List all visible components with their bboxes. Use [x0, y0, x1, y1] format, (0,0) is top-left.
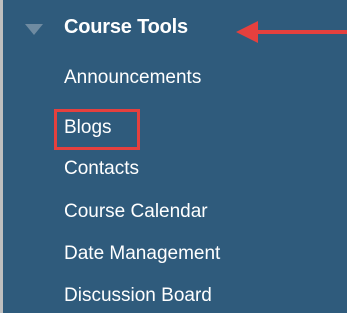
menu-item-blogs[interactable]: Blogs	[64, 117, 112, 139]
annotation-arrow	[236, 21, 347, 43]
menu-item-contacts[interactable]: Contacts	[64, 158, 139, 180]
menu-item-discussion-board[interactable]: Discussion Board	[64, 285, 212, 307]
section-title: Course Tools	[64, 16, 188, 38]
course-tools-panel: Course Tools Announcements Blogs Contact…	[0, 0, 347, 313]
menu-item-course-calendar[interactable]: Course Calendar	[64, 201, 208, 223]
menu-item-date-management[interactable]: Date Management	[64, 243, 220, 265]
caret-down-icon[interactable]	[25, 24, 43, 35]
menu-item-announcements[interactable]: Announcements	[64, 67, 201, 89]
